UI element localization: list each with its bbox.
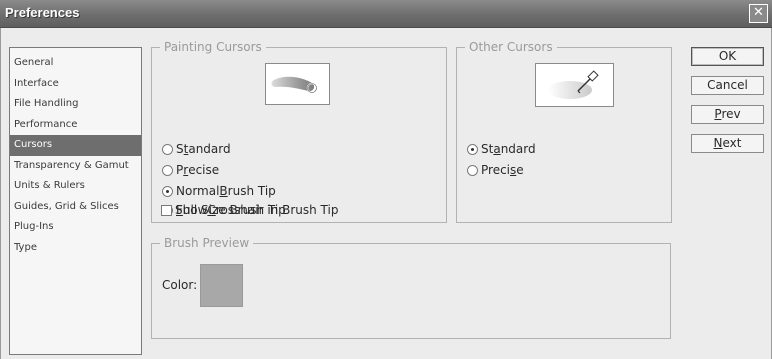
other-standard-radio[interactable]: St a ndard [467,140,536,158]
other-cursors-title: Other Cursors [465,40,557,54]
other-cursors-group: Other Cursors St a ndard Preci s e [456,40,672,223]
color-swatch[interactable] [200,264,243,307]
color-label: Color: [162,278,198,292]
prev-button[interactable]: Prev [691,105,764,124]
next-button[interactable]: Next [691,134,764,153]
eyedropper-icon [548,70,599,99]
radio-indicator-checked [162,185,173,197]
category-item-guides-grid-slices[interactable]: Guides, Grid & Slices [10,197,141,218]
painting-cursor-preview [265,63,330,105]
category-item-performance[interactable]: Performance [10,115,141,136]
painting-normal-brush-tip-radio[interactable]: Normal Brush Tip [162,182,276,200]
radio-indicator [162,164,173,176]
close-button[interactable]: ✕ [749,4,768,23]
ok-button[interactable]: OK [691,47,764,66]
category-item-general[interactable]: General [10,53,141,74]
painting-cursors-title: Painting Cursors [160,40,266,54]
brush-preview-title: Brush Preview [160,236,254,250]
brush-stroke-icon [271,76,318,94]
show-crosshair-checkbox[interactable]: Show Crosshair in Brush Tip [161,201,338,219]
category-item-plug-ins[interactable]: Plug-Ins [10,217,141,238]
other-cursor-preview [535,63,614,107]
close-icon: ✕ [753,5,764,20]
radio-indicator-checked [467,143,478,155]
title-bar: Preferences ✕ [0,0,772,28]
category-item-transparency-gamut[interactable]: Transparency & Gamut [10,156,141,177]
category-item-file-handling[interactable]: File Handling [10,94,141,115]
other-precise-radio[interactable]: Preci s e [467,161,524,179]
radio-indicator [467,164,478,176]
category-list[interactable]: General Interface File Handling Performa… [9,47,142,355]
window-title: Preferences [5,5,80,20]
radio-indicator [162,143,173,155]
category-item-type[interactable]: Type [10,238,141,259]
brush-preview-group: Brush Preview Color: [151,236,671,339]
painting-cursors-group: Painting Cursors St andard P r ecise Nor… [151,40,447,223]
category-item-cursors[interactable]: Cursors [10,135,141,156]
checkbox-indicator [161,204,172,216]
painting-precise-radio[interactable]: Pr ecise [162,161,219,179]
painting-standard-radio[interactable]: St andard [162,140,231,158]
category-item-units-rulers[interactable]: Units & Rulers [10,176,141,197]
category-item-interface[interactable]: Interface [10,74,141,95]
dialog-body: General Interface File Handling Performa… [0,28,772,359]
cancel-button[interactable]: Cancel [691,76,764,95]
